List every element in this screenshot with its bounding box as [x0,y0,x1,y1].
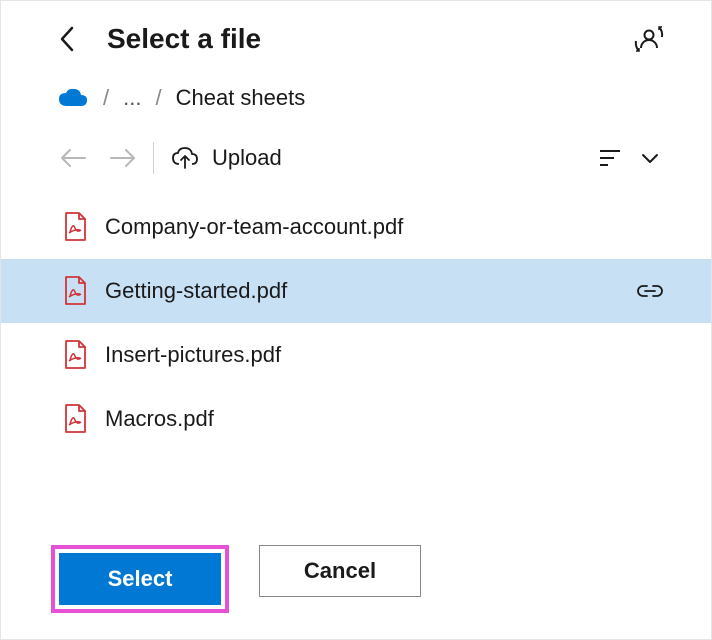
dialog-footer: Select Cancel [1,525,711,639]
person-sync-icon [634,24,664,54]
breadcrumb-ellipsis[interactable]: ... [123,85,141,111]
select-button[interactable]: Select [59,553,221,605]
switch-account-button[interactable] [633,23,665,55]
pdf-icon [63,404,87,434]
chevron-left-icon [59,26,75,52]
breadcrumb: / ... / Cheat sheets [1,85,711,111]
upload-label: Upload [212,145,282,171]
breadcrumb-current: Cheat sheets [176,85,306,111]
sort-button[interactable] [595,143,625,173]
breadcrumb-separator: / [155,85,161,111]
upload-button[interactable]: Upload [172,145,282,171]
arrow-right-icon [109,147,137,169]
chevron-down-icon [640,151,660,165]
instruction-highlight: Select [51,545,229,613]
file-name: Insert-pictures.pdf [105,342,665,368]
upload-cloud-icon [172,146,198,170]
cancel-button[interactable]: Cancel [259,545,421,597]
file-name: Company-or-team-account.pdf [105,214,665,240]
arrow-left-icon [59,147,87,169]
file-name: Getting-started.pdf [105,278,617,304]
pdf-icon [63,276,87,306]
breadcrumb-separator: / [103,85,109,111]
file-list: Company-or-team-account.pdf Getting-star… [1,195,711,525]
file-row[interactable]: Company-or-team-account.pdf [1,195,711,259]
dialog-title: Select a file [107,23,633,55]
file-row[interactable]: Insert-pictures.pdf [1,323,711,387]
pdf-icon [63,340,87,370]
toolbar: Upload [1,139,711,177]
view-options-button[interactable] [635,143,665,173]
toolbar-divider [153,142,154,174]
pdf-icon [63,212,87,242]
dialog-header: Select a file [1,23,711,55]
nav-back-button [57,142,89,174]
onedrive-icon[interactable] [57,88,89,108]
file-row[interactable]: Macros.pdf [1,387,711,451]
file-row[interactable]: Getting-started.pdf [1,259,711,323]
file-picker-dialog: Select a file / ... / Cheat sheets [1,1,711,639]
link-icon [635,282,665,300]
back-button[interactable] [53,25,81,53]
sort-icon [598,148,622,168]
file-name: Macros.pdf [105,406,665,432]
nav-forward-button [107,142,139,174]
